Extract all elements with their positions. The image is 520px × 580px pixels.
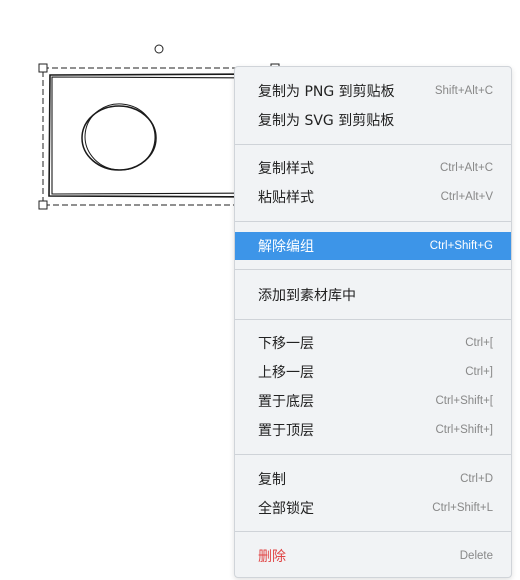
menu-item-label: 下移一层 [258,336,314,352]
menu-item-shortcut: Ctrl+[ [465,337,493,349]
sketch-circle-stroke2 [84,103,156,171]
menu-item-label: 添加到素材库中 [258,288,356,304]
menu-separator [235,531,511,532]
menu-item-paste-style[interactable]: 粘贴样式 Ctrl+Alt+V [235,183,511,211]
menu-item-label: 全部锁定 [258,501,314,517]
menu-item-label: 粘贴样式 [258,190,314,206]
menu-separator [235,144,511,145]
menu-item-send-backward[interactable]: 下移一层 Ctrl+[ [235,329,511,357]
menu-item-shortcut: Ctrl+Shift+[ [435,395,493,407]
menu-item-shortcut: Ctrl+Shift+L [432,502,493,514]
menu-item-copy-svg[interactable]: 复制为 SVG 到剪贴板 [235,106,511,134]
menu-item-label: 上移一层 [258,365,314,381]
menu-item-label: 置于顶层 [258,423,314,439]
menu-separator [235,454,511,455]
menu-item-add-to-library[interactable]: 添加到素材库中 [235,281,511,309]
menu-item-delete[interactable]: 删除 Delete [235,542,511,570]
menu-item-lock-all[interactable]: 全部锁定 Ctrl+Shift+L [235,494,511,522]
menu-item-bring-to-front[interactable]: 置于顶层 Ctrl+Shift+] [235,416,511,444]
resize-handle-top-left[interactable] [38,63,48,73]
menu-item-shortcut: Ctrl+Shift+] [435,424,493,436]
menu-item-shortcut: Ctrl+Alt+V [440,191,493,203]
context-menu: 复制为 PNG 到剪贴板 Shift+Alt+C 复制为 SVG 到剪贴板 复制… [234,66,512,578]
menu-item-label: 复制为 PNG 到剪贴板 [258,84,395,100]
menu-item-bring-forward[interactable]: 上移一层 Ctrl+] [235,358,511,386]
menu-item-label: 解除编组 [258,239,314,255]
menu-separator [235,269,511,270]
menu-item-send-to-back[interactable]: 置于底层 Ctrl+Shift+[ [235,387,511,415]
menu-item-label: 复制为 SVG 到剪贴板 [258,113,395,129]
menu-item-shortcut: Delete [459,550,493,562]
menu-item-copy-style[interactable]: 复制样式 Ctrl+Alt+C [235,154,511,182]
menu-item-ungroup[interactable]: 解除编组 Ctrl+Shift+G [235,232,511,260]
resize-handle-bottom-left[interactable] [38,200,48,210]
rotation-handle[interactable] [154,44,164,54]
menu-item-shortcut: Ctrl+Alt+C [439,162,493,174]
menu-item-shortcut: Ctrl+D [460,473,493,485]
menu-item-shortcut: Shift+Alt+C [434,85,493,97]
menu-item-label: 删除 [258,549,286,565]
menu-item-label: 复制 [258,472,286,488]
menu-separator [235,319,511,320]
menu-item-shortcut: Ctrl+Shift+G [429,240,493,252]
menu-item-label: 复制样式 [258,161,314,177]
menu-separator [235,221,511,222]
menu-item-duplicate[interactable]: 复制 Ctrl+D [235,465,511,493]
menu-item-shortcut: Ctrl+] [465,366,493,378]
menu-item-copy-png[interactable]: 复制为 PNG 到剪贴板 Shift+Alt+C [235,77,511,105]
menu-item-label: 置于底层 [258,394,314,410]
